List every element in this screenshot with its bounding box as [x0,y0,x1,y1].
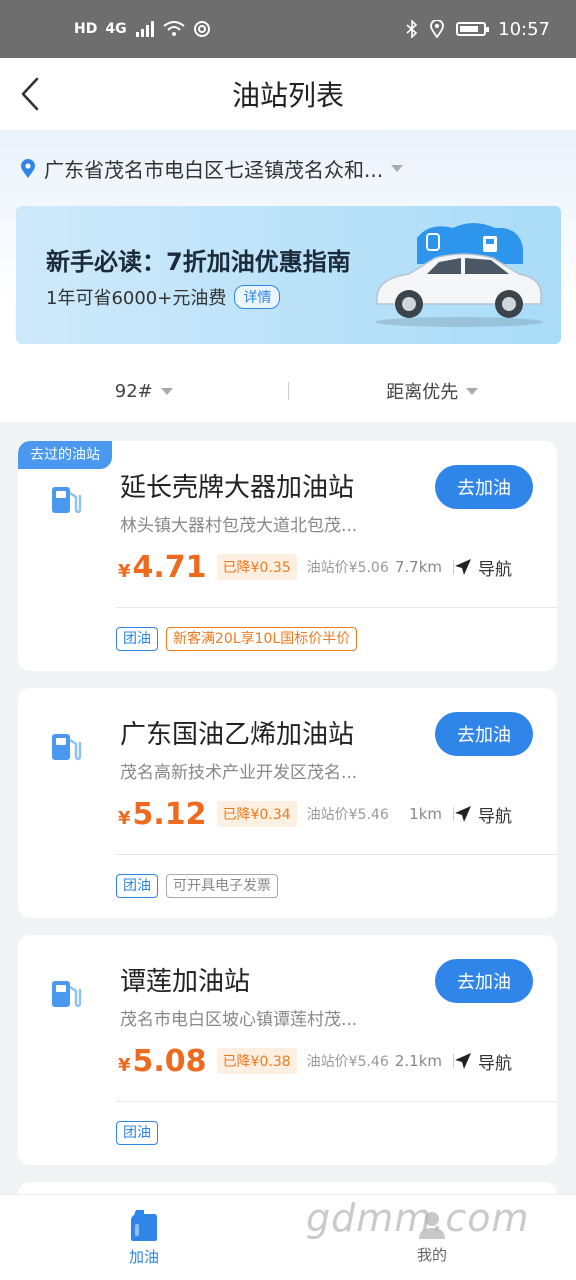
network-type: 4G [105,21,127,37]
fuel-pump-icon [52,487,82,514]
tag-row: 团油 可开具电子发票 [116,874,278,898]
price-value: 5.08 [132,1043,207,1079]
navigation-arrow-icon [455,559,471,575]
filter-bar: 92# 距离优先 [0,366,576,416]
fuel-grade-label: 92# [114,380,153,402]
go-refuel-button[interactable]: 去加油 [435,712,533,756]
banner-subtitle-row: 1年可省6000+元油费 详情 [46,284,281,310]
station-list-price: 油站价¥5.06 [306,560,389,576]
fuel-can-icon [131,1210,157,1241]
price-value: 5.12 [132,796,207,832]
price-value: 4.71 [132,549,207,585]
price-row: ¥ 4.71 已降¥0.35 油站价¥5.06 7.7km 导航 [118,547,538,587]
yen-symbol: ¥ [118,807,131,829]
back-button[interactable] [20,76,48,112]
navigate-label: 导航 [478,806,512,827]
price: ¥ 5.12 [118,797,207,832]
bluetooth-icon [406,20,418,38]
navigate-button[interactable]: 导航 [454,802,512,827]
status-right: 10:57 [406,19,550,40]
location-pin-icon [21,158,35,178]
nav-label: 加油 [128,1248,159,1266]
navigate-button[interactable]: 导航 [454,555,512,580]
tag-row: 团油 [116,1121,158,1145]
clock: 10:57 [498,18,550,40]
tag-row: 团油 新客满20L享10L国标价半价 [116,627,358,651]
page-title: 油站列表 [231,79,344,112]
detail-link[interactable]: 详情 [234,285,281,309]
go-refuel-button[interactable]: 去加油 [435,959,533,1003]
fuel-pump-icon [52,981,82,1008]
price-row: ¥ 5.12 已降¥0.34 油站价¥5.46 1km 导航 [118,794,538,834]
station-list-price: 油站价¥5.46 [306,1054,389,1070]
navigate-label: 导航 [478,1053,512,1074]
signal-icon [135,21,154,37]
tag: 可开具电子发票 [166,874,278,898]
visited-tag: 去过的油站 [18,441,112,469]
price-drop-badge: 已降¥0.35 [216,554,297,580]
banner-title: 新手必读：7折加油优惠指南 [46,248,351,276]
tag: 团油 [116,1121,158,1145]
distance: 1km [409,805,442,823]
top-area: 广东省茂名市电白区七迳镇茂名众和... 新手必读：7折加油优惠指南 1年可省60… [0,130,576,422]
card-divider [116,854,557,855]
yen-symbol: ¥ [118,1054,131,1076]
sort-filter[interactable]: 距离优先 [289,378,576,404]
location-text: 广东省茂名市电白区七迳镇茂名众和... [44,158,384,182]
battery-icon [456,22,490,36]
status-bar: HD 4G 10:57 [0,0,576,58]
station-list-price: 油站价¥5.46 [306,807,389,823]
tag: 新客满20L享10L国标价半价 [166,627,358,651]
watermark: gdmm.com [306,1196,530,1240]
go-refuel-button[interactable]: 去加油 [435,465,533,509]
station-name: 延长壳牌大器加油站 [120,473,355,503]
price-row: ¥ 5.08 已降¥0.38 油站价¥5.46 2.1km 导航 [118,1041,538,1081]
station-card[interactable]: 去过的油站 延长壳牌大器加油站 林头镇大器村包茂大道北包茂... 去加油 ¥ 4… [18,441,557,671]
hd-indicator: HD [74,21,98,37]
station-name: 广东国油乙烯加油站 [120,720,355,750]
station-address: 茂名高新技术产业开发区茂名... [120,763,358,783]
station-address: 茂名市电白区坡心镇谭莲村茂... [120,1010,358,1030]
card-divider [116,1101,557,1102]
distance: 2.1km [394,1052,442,1070]
navigate-button[interactable]: 导航 [454,1049,512,1074]
nav-label: 我的 [416,1246,447,1264]
chevron-down-icon [160,387,173,395]
car-illustration-icon [375,223,543,327]
hotspot-icon [193,21,210,37]
chevron-down-icon [466,387,479,395]
fuel-grade-filter[interactable]: 92# [0,381,288,402]
station-card[interactable]: 广东国油乙烯加油站 茂名高新技术产业开发区茂名... 去加油 ¥ 5.12 已降… [18,688,557,918]
station-address: 林头镇大器村包茂大道北包茂... [120,516,358,536]
price-drop-badge: 已降¥0.34 [216,801,297,827]
status-left: HD 4G [74,20,211,38]
fuel-pump-icon [52,734,82,761]
navigation-arrow-icon [455,1053,471,1069]
promo-banner[interactable]: 新手必读：7折加油优惠指南 1年可省6000+元油费 详情 [16,206,561,344]
price-drop-badge: 已降¥0.38 [216,1048,297,1074]
yen-symbol: ¥ [118,560,131,582]
navigation-arrow-icon [455,806,471,822]
banner-subtitle: 1年可省6000+元油费 [46,288,227,309]
price: ¥ 4.71 [118,550,207,585]
tag: 团油 [116,627,158,651]
card-divider [116,607,557,608]
chevron-down-icon [391,165,404,172]
sort-label: 距离优先 [386,382,459,403]
distance: 7.7km [394,558,442,576]
app-header: 油站列表 [0,58,576,130]
nav-item-refuel[interactable]: 加油 [0,1195,288,1280]
navigate-label: 导航 [478,559,512,580]
price: ¥ 5.08 [118,1044,207,1079]
location-selector[interactable]: 广东省茂名市电白区七迳镇茂名众和... [20,154,440,183]
station-card[interactable]: 谭莲加油站 茂名市电白区坡心镇谭莲村茂... 去加油 ¥ 5.08 已降¥0.3… [18,935,557,1165]
wifi-icon [162,21,185,36]
location-status-icon [430,20,445,38]
chevron-left-icon [21,77,39,111]
tag: 团油 [116,874,158,898]
station-name: 谭莲加油站 [120,967,251,997]
